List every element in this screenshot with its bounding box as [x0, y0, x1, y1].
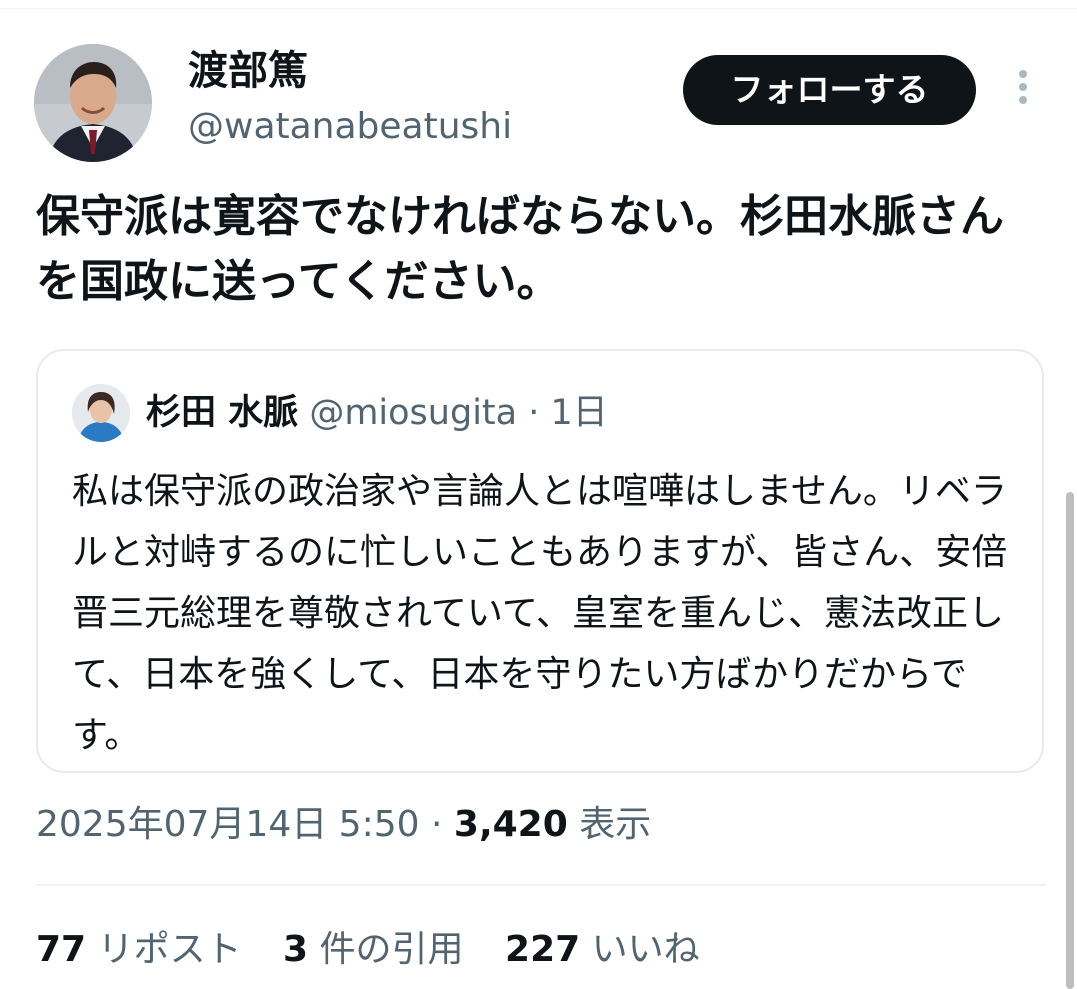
- quoted-tweet-header: 杉田 水脈 @miosugita · 1日: [146, 389, 608, 437]
- tweet-meta: 2025年07月14日 5:50 · 3,420 表示: [36, 798, 651, 852]
- scrollbar[interactable]: [1066, 492, 1074, 989]
- likes-label: いいね: [591, 929, 700, 970]
- tweet-timestamp[interactable]: 2025年07月14日 5:50: [36, 804, 420, 845]
- quoted-separator: ·: [528, 393, 540, 433]
- quoted-tweet-text: 私は保守派の政治家や言論人とは喧嘩はしません。リベラルと対峙するのに忙しいことも…: [72, 471, 1008, 756]
- reposts-stat[interactable]: 77 リポスト: [36, 922, 242, 978]
- author-name[interactable]: 渡部篤: [188, 46, 308, 96]
- tweet-text: 保守派は寛容でなければならない。杉田水脈さんを国政に送ってください。: [36, 191, 1004, 307]
- views-label: 表示: [579, 804, 652, 845]
- author-avatar[interactable]: [34, 44, 152, 162]
- likes-stat[interactable]: 227 いいね: [505, 922, 700, 978]
- quoted-tweet-card[interactable]: 杉田 水脈 @miosugita · 1日 私は保守派の政治家や言論人とは喧嘩は…: [36, 349, 1044, 773]
- views-count: 3,420: [453, 804, 568, 845]
- reposts-label: リポスト: [97, 929, 242, 970]
- engagement-stats: 77 リポスト 3 件の引用 227 いいね: [36, 922, 730, 978]
- meta-separator: ·: [430, 804, 443, 845]
- quotes-label: 件の引用: [319, 929, 464, 970]
- quoted-author-handle[interactable]: @miosugita: [309, 393, 517, 433]
- likes-count: 227: [505, 929, 581, 970]
- follow-button[interactable]: フォローする: [683, 55, 976, 125]
- author-handle[interactable]: @watanabeatushi: [188, 104, 512, 150]
- quoted-time[interactable]: 1日: [551, 393, 608, 433]
- top-divider: [0, 8, 1077, 9]
- tweet-page: 渡部篤 @watanabeatushi フォローする 保守派は寛容でなければなら…: [0, 0, 1077, 989]
- quoted-author-avatar[interactable]: [72, 384, 130, 442]
- quoted-author-name[interactable]: 杉田 水脈: [146, 393, 298, 433]
- quotes-count: 3: [283, 929, 309, 970]
- reposts-count: 77: [36, 929, 87, 970]
- more-vertical-icon[interactable]: [1012, 70, 1034, 112]
- stats-divider: [36, 884, 1046, 886]
- quotes-stat[interactable]: 3 件の引用: [283, 922, 464, 978]
